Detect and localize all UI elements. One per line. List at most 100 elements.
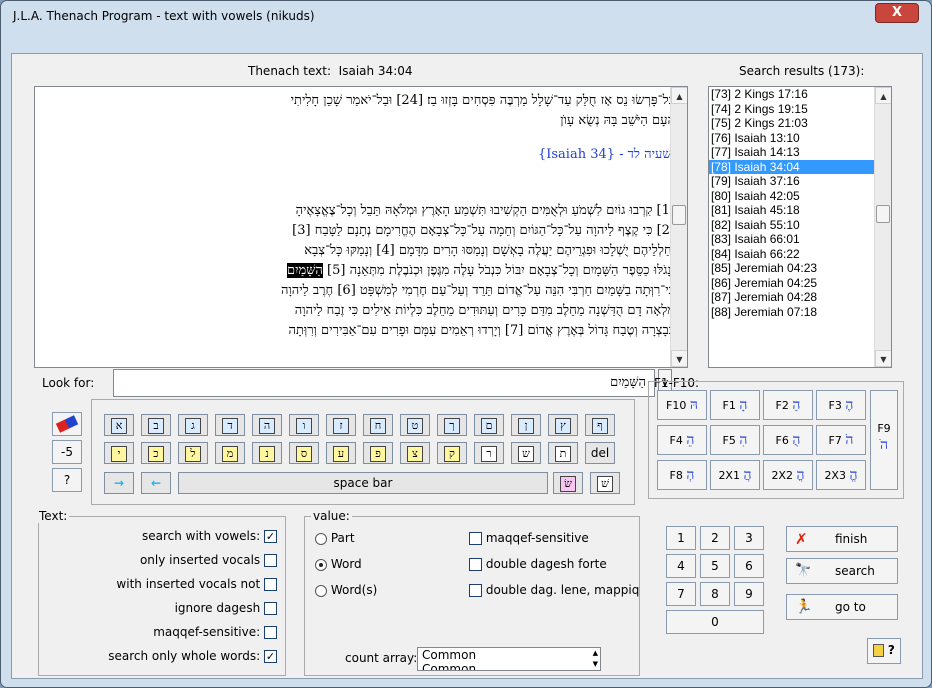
result-item[interactable]: [73] 2 Kings 17:16 (709, 87, 891, 102)
shin-key[interactable]: שׁ (590, 472, 620, 494)
scroll-down-arrow-icon[interactable]: ▼ (875, 350, 891, 367)
letter-key[interactable]: ל (178, 442, 208, 464)
numpad-key[interactable]: 2 (700, 526, 730, 550)
option-checkbox[interactable] (264, 602, 277, 615)
fkey-2x3[interactable]: 2X3 הֱ (816, 460, 866, 490)
count-array-item[interactable]: Common (422, 662, 600, 670)
fkey-f1[interactable]: F1 הָ (710, 390, 760, 420)
numpad-key[interactable]: 6 (734, 554, 764, 578)
numpad-key[interactable]: 8 (700, 582, 730, 606)
value-check-row[interactable]: double dagesh forte (469, 557, 607, 571)
cursor-right-key[interactable]: → (104, 472, 134, 494)
text-option-row[interactable]: with inserted vocals not (116, 577, 277, 591)
scroll-up-arrow-icon[interactable]: ▲ (875, 87, 891, 104)
result-item[interactable]: [82] Isaiah 55:10 (709, 218, 891, 233)
search-button[interactable]: 🔭 search (786, 558, 898, 584)
letter-key[interactable]: ף (585, 414, 615, 436)
scroll-thumb[interactable] (876, 205, 890, 223)
count-array-list[interactable]: Common Common ▲ ▼ (417, 647, 601, 671)
fkey-f7[interactable]: F7 הֹ (816, 425, 866, 455)
letter-key[interactable]: ץ (548, 414, 578, 436)
option-checkbox[interactable] (264, 578, 277, 591)
numpad-key[interactable]: 4 (666, 554, 696, 578)
letter-key[interactable]: כ (141, 442, 171, 464)
result-item[interactable]: [81] Isaiah 45:18 (709, 203, 891, 218)
numpad-key[interactable]: 9 (734, 582, 764, 606)
letter-key[interactable]: ט (400, 414, 430, 436)
option-checkbox[interactable] (264, 626, 277, 639)
goto-button[interactable]: 🏃 go to (786, 594, 898, 620)
scroll-up-arrow-icon[interactable]: ▲ (671, 87, 687, 104)
results-scrollbar[interactable]: ▲ ▼ (874, 87, 891, 367)
value-check-row[interactable]: maqqef-sensitive (469, 531, 589, 545)
fkey-2x1[interactable]: 2X1 הֲ (710, 460, 760, 490)
result-item[interactable]: [77] Isaiah 14:13 (709, 145, 891, 160)
letter-key[interactable]: ע (326, 442, 356, 464)
close-button[interactable]: X (875, 3, 919, 23)
fkey-2x2[interactable]: 2X2 הֳ (763, 460, 813, 490)
numpad-key[interactable]: 1 (666, 526, 696, 550)
finish-button[interactable]: ✗ finish (786, 526, 898, 552)
text-option-row[interactable]: search with vowels: ✓ (142, 529, 277, 543)
letter-key[interactable]: ם (474, 414, 504, 436)
fkey-f5[interactable]: F5 הִ (710, 425, 760, 455)
letter-key[interactable]: ד (215, 414, 245, 436)
letter-key[interactable]: ר (474, 442, 504, 464)
letter-key[interactable]: ת (548, 442, 578, 464)
option-checkbox[interactable]: ✓ (264, 530, 277, 543)
letter-key[interactable]: ו (289, 414, 319, 436)
cursor-left-key[interactable]: ← (141, 472, 171, 494)
sin-key[interactable]: שׂ (553, 472, 583, 494)
letter-key[interactable]: ס (289, 442, 319, 464)
eraser-button[interactable] (52, 412, 82, 436)
result-item[interactable]: [75] 2 Kings 21:03 (709, 116, 891, 131)
radio-button[interactable] (315, 584, 327, 597)
letter-key[interactable]: ב (141, 414, 171, 436)
fkey-f3[interactable]: F3 הֶ (816, 390, 866, 420)
letter-key[interactable]: צ (400, 442, 430, 464)
space-bar-key[interactable]: space bar (178, 472, 548, 494)
scroll-down-arrow-icon[interactable]: ▼ (671, 350, 687, 367)
numpad-key[interactable]: 3 (734, 526, 764, 550)
help-key-button[interactable]: ? (52, 468, 82, 492)
letter-key[interactable]: מ (215, 442, 245, 464)
option-checkbox[interactable] (469, 558, 482, 571)
option-checkbox[interactable] (264, 554, 277, 567)
backspace-button[interactable]: -5 (52, 440, 82, 464)
option-checkbox[interactable] (469, 532, 482, 545)
numpad-key[interactable]: 5 (700, 554, 730, 578)
fkey-f2[interactable]: F2 הַ (763, 390, 813, 420)
option-checkbox[interactable]: ✓ (264, 650, 277, 663)
result-item[interactable]: [86] Jeremiah 04:25 (709, 276, 891, 291)
option-checkbox[interactable] (469, 584, 482, 597)
fkey-f6[interactable]: F6 הֻ (763, 425, 813, 455)
numpad-key[interactable]: 7 (666, 582, 696, 606)
letter-key[interactable]: ה (252, 414, 282, 436)
letter-key[interactable]: ש (511, 442, 541, 464)
fkey-f9[interactable]: F9 הׂ (870, 390, 898, 490)
text-option-row[interactable]: maqqef-sensitive: (153, 625, 277, 639)
result-item[interactable]: [80] Isaiah 42:05 (709, 189, 891, 204)
letter-key[interactable]: א (104, 414, 134, 436)
fkey-f8[interactable]: F8 הְ (657, 460, 707, 490)
result-item[interactable]: [83] Isaiah 66:01 (709, 232, 891, 247)
delete-key[interactable]: del (585, 442, 615, 464)
value-radio-row[interactable]: Part (315, 531, 355, 545)
letter-key[interactable]: ק (437, 442, 467, 464)
fkey-f4[interactable]: F4 הֵ (657, 425, 707, 455)
result-item[interactable]: [74] 2 Kings 19:15 (709, 102, 891, 117)
letter-key[interactable]: ח (363, 414, 393, 436)
value-radio-row[interactable]: Word(s) (315, 583, 377, 597)
letter-key[interactable]: ך (437, 414, 467, 436)
letter-key[interactable]: ן (511, 414, 541, 436)
result-item[interactable]: [79] Isaiah 37:16 (709, 174, 891, 189)
value-check-row[interactable]: double dag. lene, mappiq (469, 583, 639, 597)
result-item[interactable]: [87] Jeremiah 04:28 (709, 290, 891, 305)
letter-key[interactable]: י (104, 442, 134, 464)
result-item[interactable]: [76] Isaiah 13:10 (709, 131, 891, 146)
value-radio-row[interactable]: Word (315, 557, 362, 571)
numpad-key[interactable]: 0 (666, 610, 764, 634)
radio-button[interactable] (315, 532, 327, 545)
help-button[interactable]: ? (867, 638, 901, 664)
text-scrollbar[interactable]: ▲ ▼ (670, 87, 687, 367)
